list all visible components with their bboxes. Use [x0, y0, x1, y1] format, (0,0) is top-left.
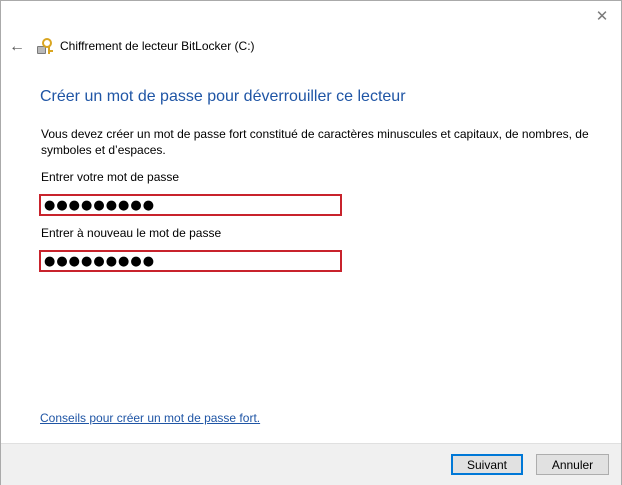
back-arrow-icon: ← [9, 38, 25, 55]
password-requirements-text: Vous devez créer un mot de passe fort co… [41, 127, 589, 157]
dialog-footer: Suivant Annuler [1, 443, 621, 485]
confirm-password-mask: ●●●●●●●●● [44, 253, 156, 269]
password-tips-link[interactable]: Conseils pour créer un mot de passe fort… [40, 411, 260, 425]
password-label: Entrer votre mot de passe [41, 170, 180, 184]
password-field[interactable]: ●●●●●●●●● [39, 194, 342, 216]
close-button[interactable]: ✕ [589, 5, 615, 27]
page-heading: Créer un mot de passe pour déverrouiller… [40, 88, 406, 105]
bitlocker-dialog: ✕ ← Chiffrement de lecteur BitLocker (C:… [0, 0, 622, 485]
cancel-button[interactable]: Annuler [536, 454, 609, 475]
password-mask: ●●●●●●●●● [44, 197, 156, 213]
next-button[interactable]: Suivant [451, 454, 523, 475]
back-button[interactable]: ← [7, 37, 27, 57]
close-icon: ✕ [595, 8, 609, 25]
bitlocker-key-icon [37, 38, 53, 54]
confirm-password-field[interactable]: ●●●●●●●●● [39, 250, 342, 272]
confirm-password-label: Entrer à nouveau le mot de passe [41, 226, 222, 240]
window-title: Chiffrement de lecteur BitLocker (C:) [60, 39, 255, 53]
